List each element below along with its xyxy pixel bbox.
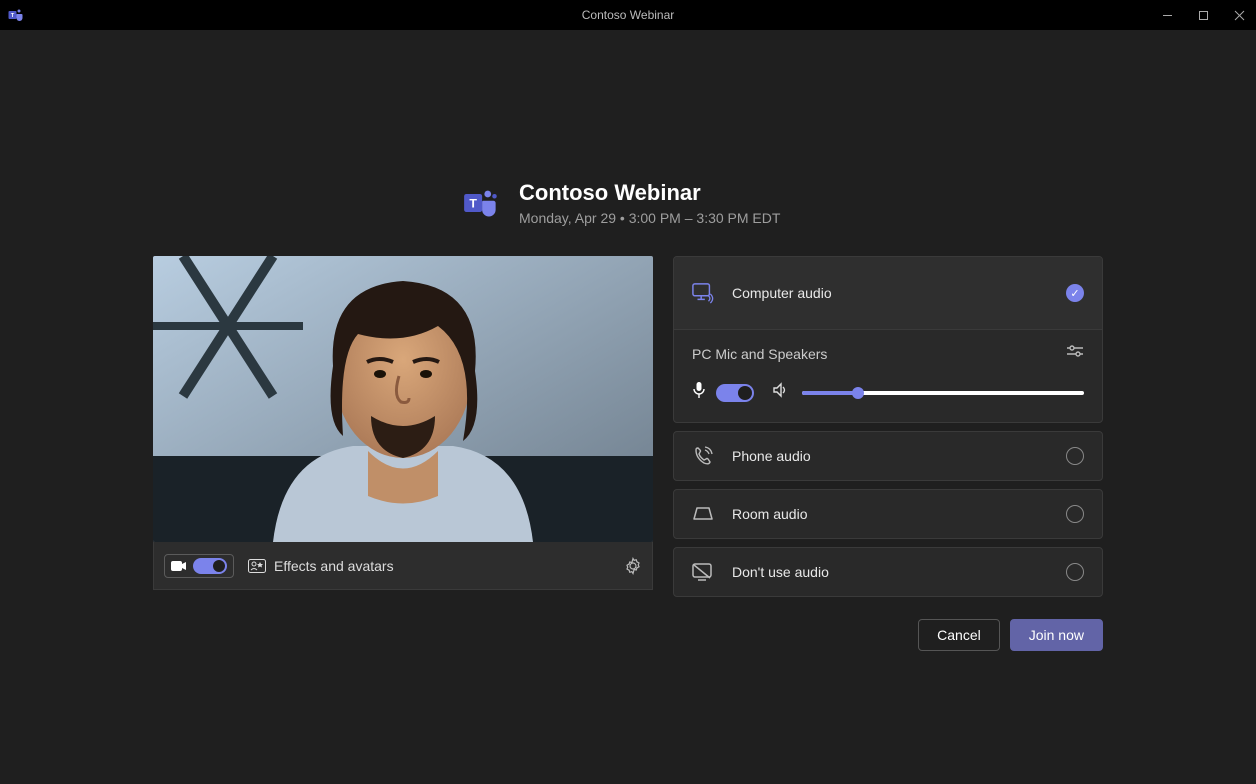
audio-device-settings-button[interactable]: [1066, 344, 1084, 363]
speaker-icon: [772, 382, 788, 403]
audio-option-computer[interactable]: Computer audio: [674, 257, 1102, 329]
titlebar: T Contoso Webinar: [0, 0, 1256, 30]
svg-text:T: T: [469, 197, 477, 211]
audio-option-none[interactable]: Don't use audio: [673, 547, 1103, 597]
radio-unchecked-icon: [1066, 447, 1084, 465]
prejoin-content: T Contoso Webinar Monday, Apr 29 • 3:00 …: [0, 30, 1256, 651]
join-now-button[interactable]: Join now: [1010, 619, 1103, 651]
mic-toggle[interactable]: [716, 384, 754, 402]
camera-toggle-group: [164, 554, 234, 578]
computer-audio-settings: PC Mic and Speakers: [674, 329, 1102, 422]
main-row: Effects and avatars Computer audio: [153, 256, 1103, 597]
maximize-button[interactable]: [1194, 6, 1212, 24]
audio-option-room-label: Room audio: [732, 506, 1048, 522]
video-preview: [153, 256, 653, 542]
audio-column: Computer audio PC Mic and Speakers: [673, 256, 1103, 597]
camera-toggle[interactable]: [193, 558, 227, 574]
window-controls: [1158, 6, 1248, 24]
video-settings-button[interactable]: [624, 557, 642, 575]
teams-app-icon: T: [8, 7, 24, 23]
computer-audio-card: Computer audio PC Mic and Speakers: [673, 256, 1103, 423]
meeting-title: Contoso Webinar: [519, 180, 780, 206]
effects-icon: [248, 559, 266, 573]
mic-toggle-group: [692, 381, 754, 404]
volume-slider-thumb: [852, 387, 864, 399]
close-button[interactable]: [1230, 6, 1248, 24]
microphone-icon: [692, 381, 706, 404]
radio-checked-icon: [1066, 284, 1084, 302]
audio-option-phone-label: Phone audio: [732, 448, 1048, 464]
camera-icon: [171, 560, 187, 572]
computer-audio-icon: [692, 282, 714, 304]
video-toolbar: Effects and avatars: [153, 542, 653, 590]
phone-audio-icon: [692, 445, 714, 467]
radio-unchecked-icon: [1066, 505, 1084, 523]
audio-option-phone[interactable]: Phone audio: [673, 431, 1103, 481]
audio-device-label: PC Mic and Speakers: [692, 346, 827, 362]
effects-button[interactable]: Effects and avatars: [248, 558, 394, 574]
volume-slider-fill: [802, 391, 858, 395]
effects-label: Effects and avatars: [274, 558, 394, 574]
meeting-time: Monday, Apr 29 • 3:00 PM – 3:30 PM EDT: [519, 210, 780, 226]
radio-unchecked-icon: [1066, 563, 1084, 581]
minimize-button[interactable]: [1158, 6, 1176, 24]
cancel-button[interactable]: Cancel: [918, 619, 1000, 651]
window-title: Contoso Webinar: [582, 8, 675, 22]
room-audio-icon: [692, 503, 714, 525]
video-column: Effects and avatars: [153, 256, 653, 597]
audio-option-none-label: Don't use audio: [732, 564, 1048, 580]
volume-group: [772, 382, 1084, 403]
no-audio-icon: [692, 561, 714, 583]
audio-option-room[interactable]: Room audio: [673, 489, 1103, 539]
footer-buttons: Cancel Join now: [153, 619, 1103, 651]
teams-logo-icon: T: [463, 185, 499, 221]
titlebar-left: T: [8, 7, 24, 23]
volume-slider[interactable]: [802, 391, 1084, 395]
meeting-header: T Contoso Webinar Monday, Apr 29 • 3:00 …: [153, 180, 1103, 226]
audio-option-computer-label: Computer audio: [732, 285, 1048, 301]
